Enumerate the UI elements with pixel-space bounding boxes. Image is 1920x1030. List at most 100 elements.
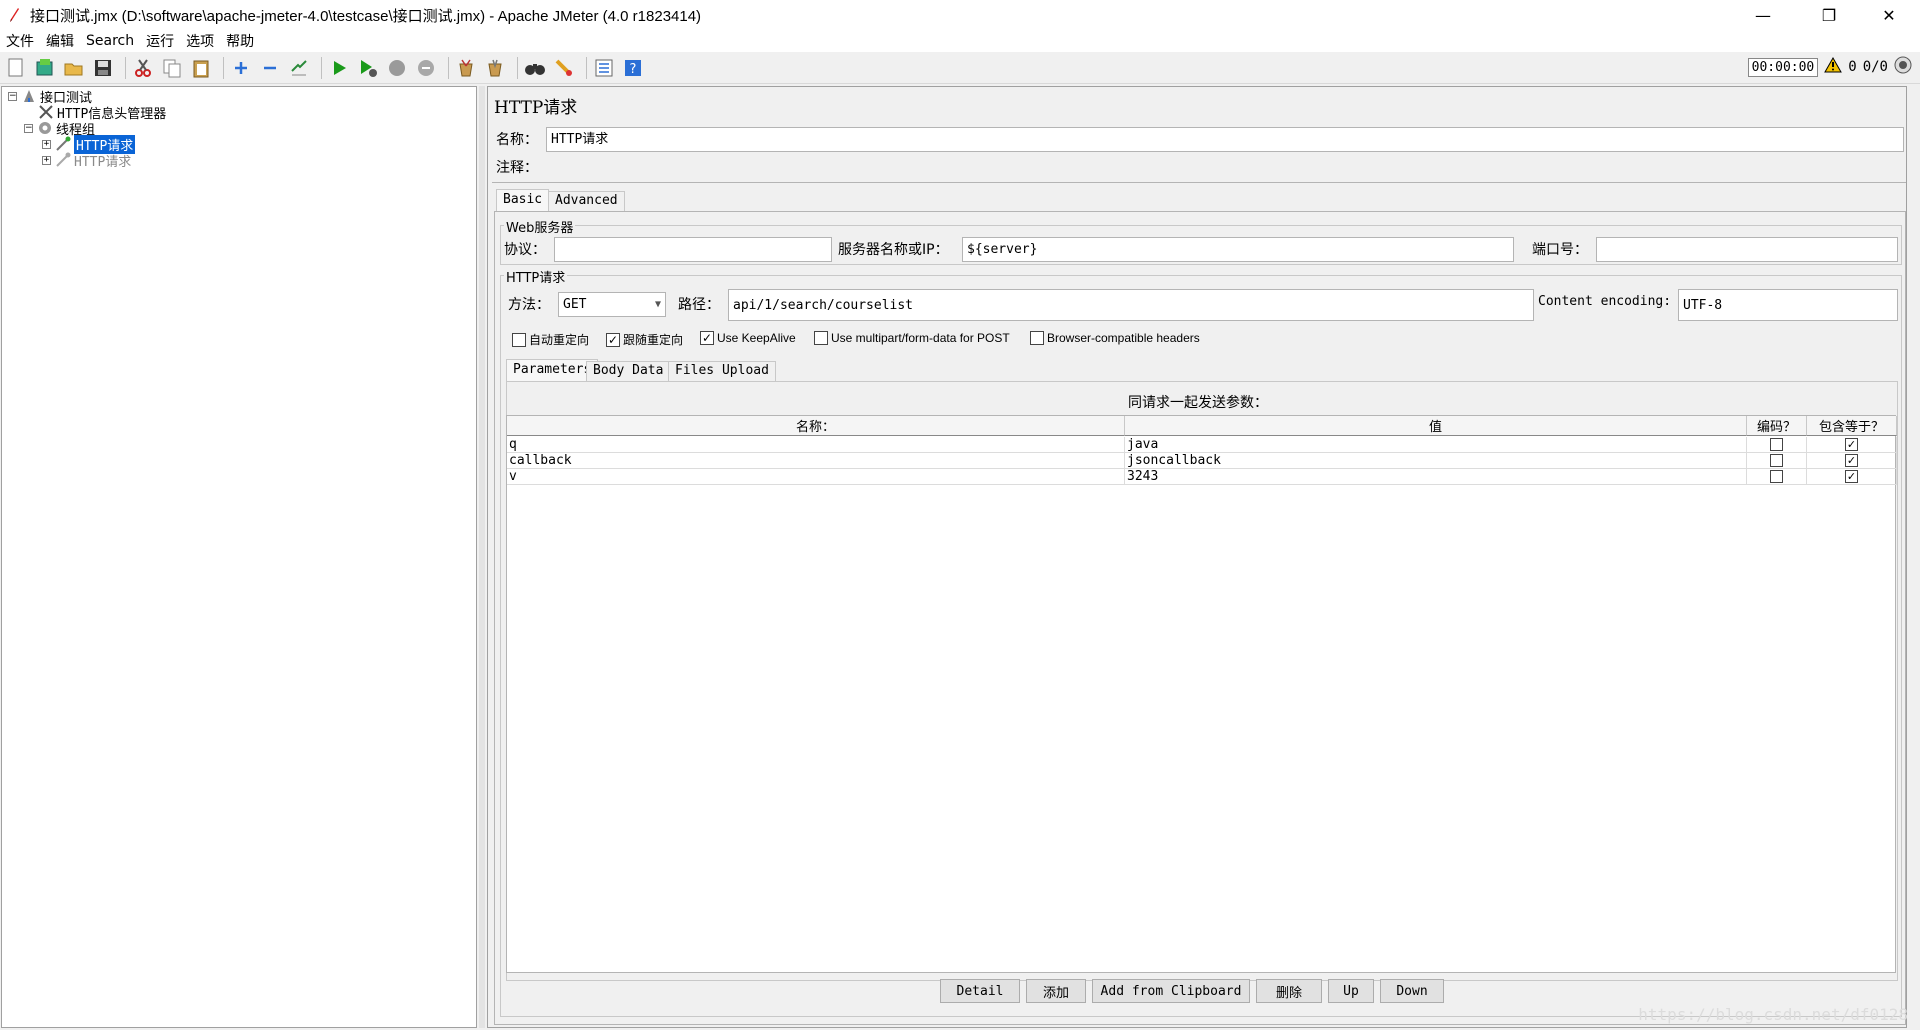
keepalive-checkbox[interactable]: ✓ — [700, 331, 714, 345]
menu-help[interactable]: 帮助 — [224, 31, 256, 51]
follow-redirect-option[interactable]: ✓ 跟随重定向 — [606, 331, 683, 348]
auto-redirect-option[interactable]: 自动重定向 — [512, 331, 589, 348]
comment-label: 注释： — [496, 160, 538, 176]
table-cell-name[interactable]: v — [507, 469, 1125, 485]
name-label: 名称： — [496, 132, 538, 148]
toggle-icon[interactable] — [287, 56, 311, 80]
collapse-toggle[interactable]: − — [24, 123, 33, 133]
minimize-button[interactable]: — — [1740, 0, 1786, 30]
collapse-toggle[interactable]: − — [8, 91, 17, 101]
port-field[interactable] — [1596, 237, 1898, 262]
table-cell-encode[interactable] — [1747, 453, 1807, 469]
keepalive-option[interactable]: ✓ Use KeepAlive — [700, 331, 796, 345]
include-equals-checkbox[interactable]: ✓ — [1845, 454, 1858, 467]
sampler-pipette-disabled-icon — [55, 152, 71, 168]
browser-headers-checkbox[interactable] — [1030, 331, 1044, 345]
svg-text:?: ? — [630, 62, 637, 77]
new-file-icon[interactable] — [4, 56, 28, 80]
expand-toggle[interactable]: + — [42, 155, 51, 165]
paste-icon[interactable] — [189, 56, 213, 80]
copy-icon[interactable] — [160, 56, 184, 80]
close-button[interactable]: ✕ — [1866, 0, 1912, 30]
protocol-field[interactable] — [554, 237, 832, 262]
path-field[interactable]: api/1/search/courselist — [728, 289, 1534, 321]
table-cell-include-equals[interactable]: ✓ — [1807, 453, 1897, 469]
collapse-minus-icon[interactable] — [258, 56, 282, 80]
server-field[interactable]: ${server} — [962, 237, 1514, 262]
open-folder-icon[interactable] — [62, 56, 86, 80]
stop-icon[interactable] — [385, 56, 409, 80]
test-plan-tree[interactable]: − 接口测试 HTTP信息头管理器 − 线程组 + HTTP请求 + HTTP请… — [1, 86, 477, 1028]
table-cell-include-equals[interactable]: ✓ — [1807, 469, 1897, 485]
encode-checkbox[interactable] — [1770, 438, 1783, 451]
active-threads: 0/0 — [1862, 59, 1888, 75]
sampler-pipette-icon — [55, 136, 71, 152]
add-button[interactable]: 添加 — [1026, 979, 1086, 1003]
column-header-include-equals[interactable]: 包含等于？ — [1807, 416, 1897, 436]
parameters-table[interactable]: 名称： 值 编码？ 包含等于？ q java ✓ callback jsonca… — [506, 415, 1897, 973]
menu-run[interactable]: 运行 — [144, 31, 176, 51]
menu-edit[interactable]: 编辑 — [44, 31, 76, 51]
toolbar: ? 00:00:00 0 0/0 — [0, 52, 1920, 84]
include-equals-checkbox[interactable]: ✓ — [1845, 470, 1858, 483]
templates-icon[interactable] — [33, 56, 57, 80]
tab-files-upload[interactable]: Files Upload — [668, 361, 776, 381]
tab-body-data[interactable]: Body Data — [586, 361, 671, 381]
help-icon[interactable]: ? — [621, 56, 645, 80]
follow-redirect-checkbox[interactable]: ✓ — [606, 332, 620, 347]
table-cell-encode[interactable] — [1747, 437, 1807, 453]
up-button[interactable]: Up — [1328, 979, 1374, 1003]
table-cell-value[interactable]: jsoncallback — [1125, 453, 1747, 469]
clear-icon[interactable] — [454, 56, 478, 80]
table-cell-encode[interactable] — [1747, 469, 1807, 485]
function-helper-icon[interactable] — [592, 56, 616, 80]
method-select[interactable]: GET ▼ — [558, 292, 666, 317]
table-cell-include-equals[interactable]: ✓ — [1807, 437, 1897, 453]
down-button[interactable]: Down — [1380, 979, 1444, 1003]
http-request-panel: HTTP请求 名称： HTTP请求 注释： Basic Advanced Web… — [487, 86, 1907, 1028]
table-cell-name[interactable]: q — [507, 437, 1125, 453]
panel-splitter[interactable] — [479, 86, 485, 1028]
column-header-value[interactable]: 值 — [1125, 416, 1747, 436]
encode-checkbox[interactable] — [1770, 454, 1783, 467]
menu-bar: 文件 编辑 Search 运行 选项 帮助 — [0, 30, 1920, 52]
shutdown-icon[interactable] — [414, 56, 438, 80]
encoding-field[interactable]: UTF-8 — [1678, 289, 1898, 321]
warning-icon[interactable] — [1824, 56, 1843, 77]
column-header-name[interactable]: 名称： — [507, 416, 1125, 436]
detail-button[interactable]: Detail — [940, 979, 1020, 1003]
menu-file[interactable]: 文件 — [4, 31, 36, 51]
multipart-option[interactable]: Use multipart/form-data for POST — [814, 331, 1010, 345]
tree-node-http-request-2[interactable]: + HTTP请求 — [42, 152, 131, 170]
multipart-checkbox[interactable] — [814, 331, 828, 345]
search-binoculars-icon[interactable] — [523, 56, 547, 80]
expand-toggle[interactable]: + — [42, 139, 51, 149]
menu-options[interactable]: 选项 — [184, 31, 216, 51]
delete-button[interactable]: 删除 — [1256, 979, 1322, 1003]
start-icon[interactable] — [327, 56, 351, 80]
clear-all-icon[interactable] — [483, 56, 507, 80]
table-cell-value[interactable]: java — [1125, 437, 1747, 453]
browser-headers-option[interactable]: Browser-compatible headers — [1030, 331, 1200, 345]
comment-field[interactable] — [546, 155, 1904, 180]
start-no-pauses-icon[interactable] — [356, 56, 380, 80]
menu-search[interactable]: Search — [84, 33, 136, 49]
tab-basic[interactable]: Basic — [496, 189, 550, 211]
table-cell-value[interactable]: 3243 — [1125, 469, 1747, 485]
auto-redirect-checkbox[interactable] — [512, 332, 526, 347]
save-icon[interactable] — [91, 56, 115, 80]
include-equals-checkbox[interactable]: ✓ — [1845, 438, 1858, 451]
tab-advanced[interactable]: Advanced — [548, 191, 625, 211]
watermark: https://blog.csdn.net/df0128 — [1638, 1005, 1908, 1024]
http-request-group-title: HTTP请求 — [504, 267, 568, 286]
restore-button[interactable]: ❐ — [1806, 0, 1852, 30]
encode-checkbox[interactable] — [1770, 470, 1783, 483]
expand-plus-icon[interactable] — [229, 56, 253, 80]
reset-search-icon[interactable] — [552, 56, 576, 80]
table-cell-name[interactable]: callback — [507, 453, 1125, 469]
add-from-clipboard-button[interactable]: Add from Clipboard — [1092, 979, 1250, 1003]
tab-parameters[interactable]: Parameters — [506, 359, 599, 381]
column-header-encode[interactable]: 编码？ — [1747, 416, 1807, 436]
name-field[interactable]: HTTP请求 — [546, 127, 1904, 152]
cut-icon[interactable] — [131, 56, 155, 80]
